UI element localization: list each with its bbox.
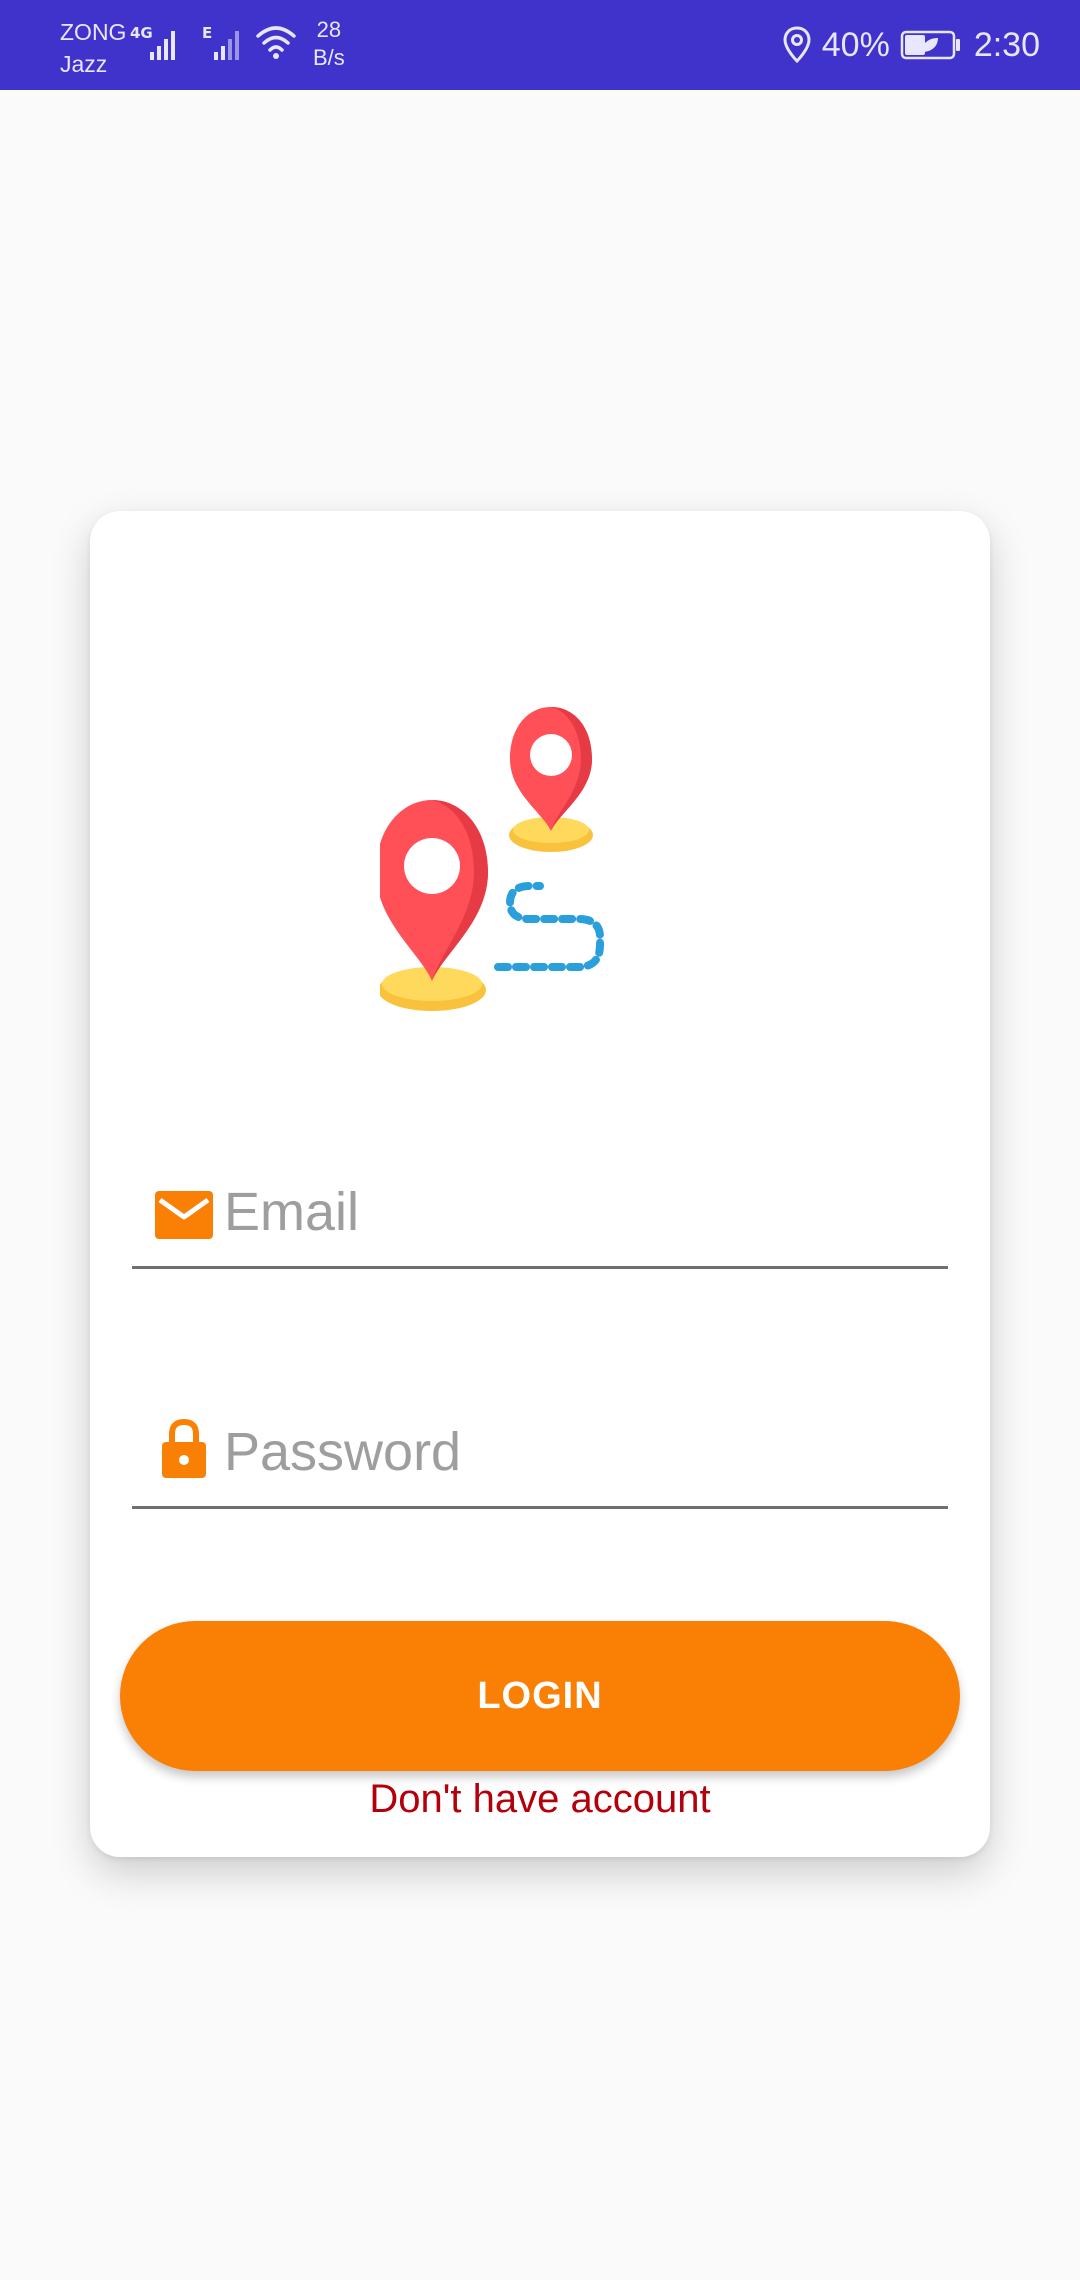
signal-icon: E (202, 24, 239, 60)
wifi-icon (256, 26, 296, 59)
mail-icon (155, 1191, 213, 1239)
location-icon (783, 26, 811, 64)
svg-text:4G: 4G (130, 24, 153, 42)
clock: 2:30 (973, 25, 1040, 64)
carrier-names: ZONG Jazz (60, 16, 126, 80)
password-field[interactable] (132, 1406, 948, 1509)
carrier-1: ZONG (60, 19, 127, 45)
speed-unit: B/s (313, 45, 345, 70)
carrier-2: Jazz (60, 51, 108, 77)
signal-icon: 4G (130, 24, 175, 60)
status-right: 40% 2:30 (782, 24, 1040, 66)
email-input[interactable] (222, 1176, 926, 1248)
email-field[interactable] (132, 1166, 948, 1269)
login-button[interactable]: LOGIN (120, 1621, 960, 1771)
lock-icon (162, 1418, 206, 1478)
signup-link[interactable]: Don't have account (90, 1777, 990, 1822)
login-card: LOGIN Don't have account (90, 511, 990, 1857)
map-pins-route-icon (380, 707, 604, 1011)
battery-percent: 40% (821, 25, 890, 64)
battery-icon (900, 30, 960, 60)
speed-value: 28 (316, 17, 342, 42)
password-input[interactable] (222, 1416, 926, 1488)
network-speed: 28 B/s (313, 16, 345, 72)
svg-text:E: E (202, 24, 212, 42)
status-bar: ZONG Jazz 4G E 28 B/s 40% 2:30 (0, 0, 1080, 90)
